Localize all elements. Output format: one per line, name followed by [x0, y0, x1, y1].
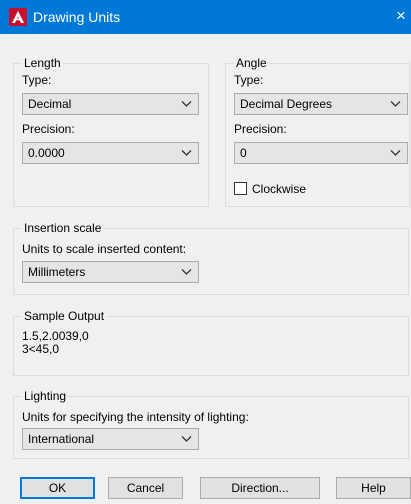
- chevron-down-icon: [390, 101, 401, 107]
- insertion-scale-group-label: Insertion scale: [22, 221, 104, 235]
- angle-type-select[interactable]: Decimal Degrees: [234, 93, 408, 115]
- angle-precision-label: Precision:: [234, 122, 287, 136]
- chevron-down-icon: [181, 269, 192, 275]
- angle-group-label: Angle: [234, 56, 269, 70]
- close-icon[interactable]: ×: [396, 7, 406, 25]
- lighting-units-select[interactable]: International: [22, 428, 199, 450]
- lighting-group: Lighting Units for specifying the intens…: [13, 389, 409, 459]
- ok-button[interactable]: OK: [20, 477, 95, 499]
- insertion-units-label: Units to scale inserted content:: [22, 242, 187, 256]
- clockwise-label[interactable]: Clockwise: [252, 182, 306, 196]
- window-title: Drawing Units: [33, 9, 121, 25]
- length-type-select[interactable]: Decimal: [22, 93, 199, 115]
- clockwise-checkbox[interactable]: [234, 182, 247, 195]
- sample-output-group-label: Sample Output: [22, 309, 107, 323]
- length-precision-label: Precision:: [22, 122, 75, 136]
- title-bar[interactable]: Drawing Units ×: [0, 0, 411, 34]
- lighting-units-value: International: [28, 432, 95, 446]
- help-button[interactable]: Help: [336, 477, 411, 499]
- sample-output-line-2: 3<45,0: [22, 342, 60, 356]
- length-type-value: Decimal: [28, 97, 72, 111]
- chevron-down-icon: [181, 150, 192, 156]
- insertion-scale-group: Insertion scale Units to scale inserted …: [13, 221, 409, 295]
- length-precision-select[interactable]: 0.0000: [22, 142, 199, 164]
- chevron-down-icon: [181, 436, 192, 442]
- autocad-logo-icon: [9, 8, 27, 26]
- cancel-button[interactable]: Cancel: [108, 477, 183, 499]
- angle-type-label: Type:: [234, 73, 264, 87]
- length-type-label: Type:: [22, 73, 52, 87]
- lighting-group-label: Lighting: [22, 389, 69, 403]
- sample-output-line-1: 1.5,2.0039,0: [22, 329, 89, 343]
- insertion-units-value: Millimeters: [28, 265, 86, 279]
- chevron-down-icon: [390, 150, 401, 156]
- length-group-label: Length: [22, 56, 63, 70]
- length-group: Length Type: Decimal Precision: 0.0000: [13, 56, 209, 207]
- angle-precision-select[interactable]: 0: [234, 142, 408, 164]
- insertion-units-select[interactable]: Millimeters: [22, 261, 199, 283]
- angle-precision-value: 0: [240, 146, 247, 160]
- direction-button[interactable]: Direction...: [200, 477, 320, 499]
- length-precision-value: 0.0000: [28, 146, 65, 160]
- sample-output-group: Sample Output 1.5,2.0039,0 3<45,0: [13, 309, 409, 376]
- angle-group: Angle Type: Decimal Degrees Precision: 0…: [225, 56, 410, 207]
- lighting-units-label: Units for specifying the intensity of li…: [22, 410, 249, 424]
- chevron-down-icon: [181, 101, 192, 107]
- angle-type-value: Decimal Degrees: [240, 97, 333, 111]
